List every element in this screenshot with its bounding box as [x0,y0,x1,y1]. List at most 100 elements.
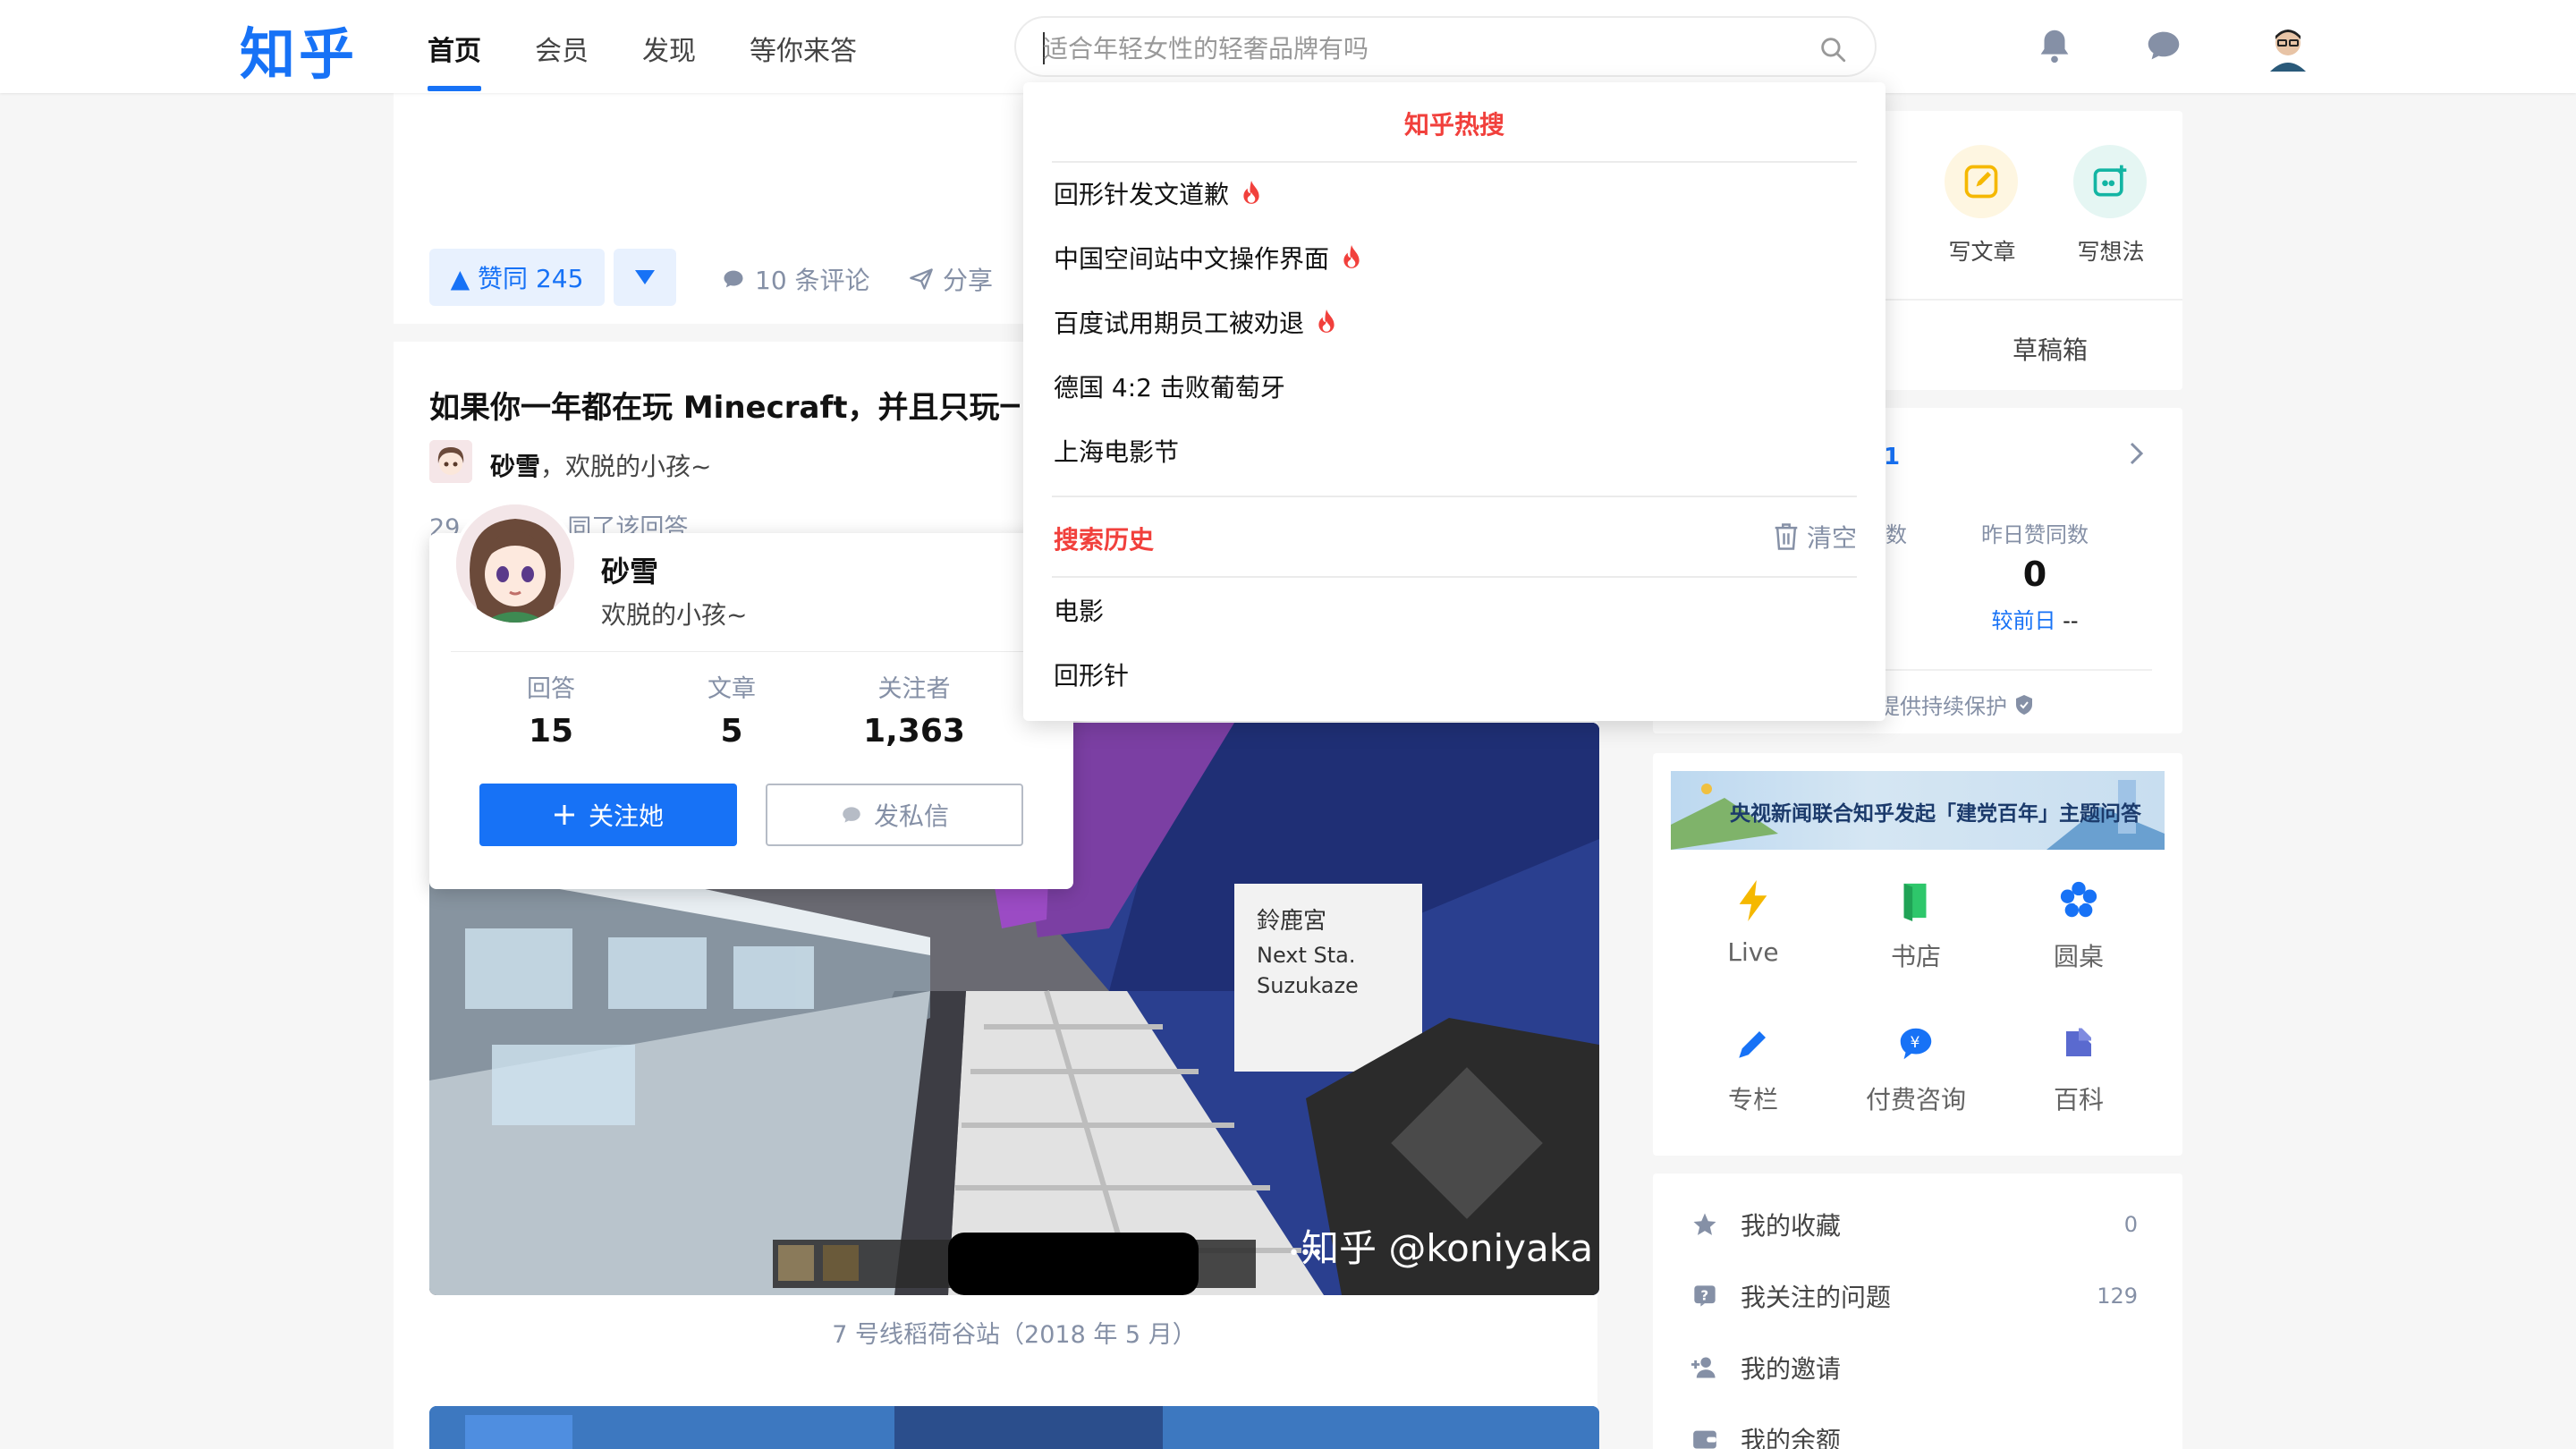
hot-search-item[interactable]: 上海电影节 [1054,433,1179,469]
grid-paid-consult-label: 付费咨询 [1865,1085,1966,1114]
list-label: 我关注的问题 [1741,1283,1892,1312]
nav-vip[interactable]: 会员 [535,29,589,68]
dropdown-divider [1052,496,1857,497]
stat-value: 5 [720,713,743,750]
hot-search-item[interactable]: 德国 4:2 击败葡萄牙 [1054,369,1285,404]
upvote-button[interactable]: ▲ 赞同 245 [429,249,605,306]
question-title[interactable]: 如果你一年都在玩 Minecraft，并且只玩一 [429,383,1020,427]
list-invitations[interactable]: 我的邀请 [1690,1345,2138,1390]
share-label: 分享 [943,266,994,295]
nav-waiting-answers[interactable]: 等你来答 [750,29,857,68]
wallet-icon [1693,1430,1716,1449]
triangle-down-icon [635,270,655,284]
trash-icon [1775,523,1798,550]
hovercard-bio: 欢脱的小孩~ [601,600,748,630]
list-balance[interactable]: 我的余额 [1690,1417,2138,1449]
search-icon[interactable] [1818,34,1848,64]
hovercard-divider [451,651,1052,652]
paid-consult-icon: ¥ [1900,1028,1932,1060]
hot-search-item[interactable]: 回形针发文道歉 [1054,175,1261,211]
list-label: 我的邀请 [1741,1354,1842,1384]
clear-history-button[interactable]: 清空 [1773,519,1857,555]
search-input[interactable] [1043,30,1803,66]
hovercard-stat-answers[interactable]: 回答 15 [479,669,623,750]
author-name[interactable]: 砂雪 [490,452,540,481]
add-person-icon [1691,1357,1716,1378]
compare-label: 较前日 [1991,608,2056,633]
stat-value: 1,363 [863,713,965,750]
hot-search-text: 德国 4:2 击败葡萄牙 [1054,373,1285,402]
nav-discover[interactable]: 发现 [642,29,696,68]
nav-home[interactable]: 首页 [428,29,481,68]
history-item[interactable]: 回形针 [1054,657,1129,692]
follow-button[interactable]: 关注她 [479,784,737,846]
grid-paid-consult[interactable]: ¥ 付费咨询 [1844,1020,1987,1116]
list-followed-questions[interactable]: ? 我关注的问题 129 [1690,1274,2138,1318]
write-article-icon[interactable] [1945,145,2018,218]
list-label: 我的收藏 [1741,1211,1842,1241]
hovercard-stat-followers[interactable]: 关注者 1,363 [843,669,986,750]
zhihu-logo[interactable]: 知乎 [240,9,358,89]
message-label: 发私信 [873,801,949,831]
drafts-link[interactable]: 草稿箱 [2012,331,2088,367]
messages-icon[interactable] [2143,25,2184,66]
protection-note: 提供持续保护 [1878,689,2034,720]
search-history-title: 搜索历史 [1054,525,1155,555]
author-hovercard: 砂雪 欢脱的小孩~ 回答 15 文章 5 关注者 1,363 关注她 发私信 [429,501,1073,889]
lightning-icon [1739,880,1767,921]
author-separator: ， [540,452,566,481]
author-avatar-small[interactable] [429,440,472,483]
paper-plane-icon [910,268,933,290]
user-avatar[interactable] [2263,21,2313,72]
dropdown-divider [1052,576,1857,578]
stats-number: 1 [1884,444,1901,470]
encyclopedia-icon [2066,1028,2091,1056]
send-message-button[interactable]: 发私信 [766,784,1023,846]
hovercard-avatar[interactable] [453,501,578,626]
hovercard-name[interactable]: 砂雪 [601,549,658,590]
history-item[interactable]: 电影 [1054,592,1104,628]
hot-search-item[interactable]: 中国空间站中文操作界面 [1054,240,1361,275]
dropdown-divider [1052,161,1857,163]
grid-encyclopedia[interactable]: 百科 [2007,1020,2150,1116]
list-count: 0 [2123,1212,2138,1237]
comments-button[interactable]: 10 条评论 [721,261,870,297]
station-sign-name: Suzukaze [1257,973,1359,998]
yesterday-compare: 较前日 -- [1968,603,2102,634]
stat-partial-label: 数 [1885,522,1907,547]
top-header: 知乎 首页 会员 发现 等你来答 [0,0,2576,93]
hot-search-item[interactable]: 百度试用期员工被劝退 [1054,304,1336,340]
hovercard-stat-articles[interactable]: 文章 5 [660,669,803,750]
promo-banner[interactable]: 央视新闻联合知乎发起「建党百年」主题问答 [1671,771,2165,850]
grid-live[interactable]: Live [1682,877,1825,967]
grid-column[interactable]: 专栏 [1682,1020,1825,1116]
downvote-button[interactable] [614,249,676,306]
search-box[interactable] [1014,16,1877,77]
pencil-icon [1739,1031,1766,1058]
plus-icon [554,805,574,825]
notification-bell-icon[interactable] [2034,25,2075,66]
stat-label: 关注者 [877,675,951,703]
list-label: 我的余额 [1741,1426,1842,1449]
share-button[interactable]: 分享 [909,261,993,297]
hot-search-text: 百度试用期员工被劝退 [1054,309,1305,338]
star-icon [1693,1213,1716,1235]
flame-icon [1318,309,1335,333]
write-idea-icon[interactable] [2073,145,2147,218]
write-article-label[interactable]: 写文章 [1928,234,2036,267]
chevron-right-icon[interactable] [2127,440,2147,467]
nav-active-indicator [428,86,481,91]
grid-roundtable[interactable]: 圆桌 [2007,877,2150,973]
protection-text: 提供持续保护 [1878,694,2007,719]
next-answer-image[interactable] [429,1406,1599,1449]
flame-icon [1343,245,1360,268]
comments-label: 10 条评论 [755,266,870,295]
write-idea-label[interactable]: 写想法 [2057,234,2165,267]
chat-bubble-icon [843,807,860,823]
flame-icon [1243,181,1259,204]
station-sign-next: Next Sta. [1257,943,1356,968]
station-sign-jp: 鈴鹿宮 [1257,908,1326,935]
hot-search-text: 中国空间站中文操作界面 [1054,244,1330,274]
grid-bookstore[interactable]: 书店 [1844,877,1987,973]
list-collections[interactable]: 我的收藏 0 [1690,1202,2138,1247]
